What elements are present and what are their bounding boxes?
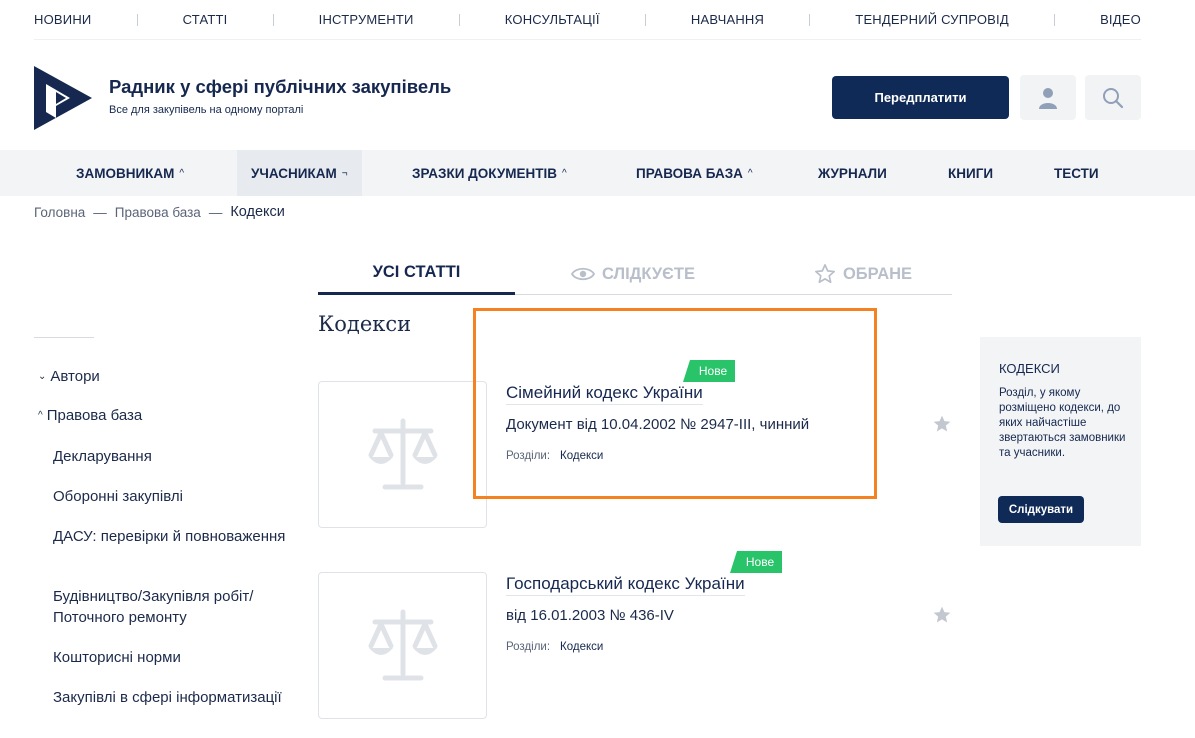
topnav-tender-support[interactable]: ТЕНДЕРНИЙ СУПРОВІД bbox=[855, 12, 1009, 27]
top-nav: НОВИНИ СТАТТІ ІНСТРУМЕНТИ КОНСУЛЬТАЦІЇ Н… bbox=[34, 0, 1141, 40]
card-section-link[interactable]: Кодекси bbox=[560, 641, 603, 653]
new-badge: Нове bbox=[730, 551, 782, 573]
breadcrumb-home[interactable]: Головна bbox=[34, 205, 85, 220]
tab-watching[interactable]: СЛІДКУЄТЕ bbox=[558, 253, 708, 295]
nav-legal-base[interactable]: ПРАВОВА БАЗА ^ bbox=[636, 150, 753, 196]
tab-favorites-label: ОБРАНЕ bbox=[842, 264, 913, 283]
card-thumbnail[interactable] bbox=[318, 572, 487, 719]
star-icon[interactable] bbox=[932, 605, 952, 625]
search-icon bbox=[1103, 87, 1124, 108]
tab-favorites[interactable]: ОБРАНЕ bbox=[788, 253, 938, 295]
main-nav: ЗАМОВНИКАМ ^ УЧАСНИКАМ ¬ ЗРАЗКИ ДОКУМЕНТ… bbox=[0, 150, 1195, 196]
sidebar-item-cost-norms[interactable]: Кошторисні норми bbox=[53, 647, 293, 668]
scales-icon bbox=[368, 418, 437, 489]
nav-document-samples[interactable]: ЗРАЗКИ ДОКУМЕНТІВ ^ bbox=[412, 150, 567, 196]
search-button[interactable] bbox=[1085, 75, 1141, 120]
nav-participants-label: УЧАСНИКАМ bbox=[251, 165, 337, 181]
topnav-divider bbox=[458, 13, 460, 26]
card-meta-label: Розділи: bbox=[506, 641, 551, 653]
topnav-divider bbox=[1053, 13, 1055, 26]
topnav-divider bbox=[272, 13, 274, 26]
sidebar-item-authors[interactable]: ⌄ Автори bbox=[38, 368, 100, 385]
nav-customers[interactable]: ЗАМОВНИКАМ ^ bbox=[76, 150, 184, 196]
topnav-articles[interactable]: СТАТТІ bbox=[183, 12, 228, 27]
chevron-up-icon: ^ bbox=[179, 167, 185, 179]
breadcrumb-separator: — bbox=[208, 204, 223, 220]
sidebar-item-defense[interactable]: Оборонні закупівлі bbox=[53, 486, 293, 507]
topnav-divider bbox=[644, 13, 646, 26]
logo-icon[interactable] bbox=[34, 66, 92, 130]
sidebar-item-construction[interactable]: Будівництво/Закупівля робіт/ Поточного р… bbox=[53, 586, 293, 628]
card-thumbnail[interactable] bbox=[318, 381, 487, 528]
chevron-corner-icon: ¬ bbox=[341, 167, 348, 179]
nav-customers-label: ЗАМОВНИКАМ bbox=[76, 165, 175, 181]
article-tabs: УСІ СТАТТІ СЛІДКУЄТЕ ОБРАНЕ bbox=[318, 253, 952, 295]
breadcrumb-current: Кодекси bbox=[230, 204, 285, 220]
breadcrumb-legal-base[interactable]: Правова база bbox=[115, 205, 201, 220]
sidebar-item-declaration[interactable]: Декларування bbox=[53, 446, 293, 467]
nav-books[interactable]: КНИГИ bbox=[948, 150, 993, 196]
scales-icon bbox=[368, 609, 437, 680]
topnav-divider bbox=[809, 13, 811, 26]
card-title[interactable]: Господарський кодекс України bbox=[506, 574, 745, 596]
chevron-up-icon: ^ bbox=[562, 167, 567, 179]
user-button[interactable] bbox=[1020, 75, 1076, 120]
topnav-news[interactable]: НОВИНИ bbox=[34, 12, 91, 27]
chevron-down-icon: ⌄ bbox=[38, 371, 47, 382]
nav-participants[interactable]: УЧАСНИКАМ ¬ bbox=[237, 150, 362, 196]
follow-button[interactable]: Слідкувати bbox=[998, 496, 1084, 523]
breadcrumb: Головна — Правова база — Кодекси bbox=[34, 204, 285, 220]
topnav-tools[interactable]: ІНСТРУМЕНТИ bbox=[319, 12, 414, 27]
card-meta: Розділи: Кодекси bbox=[506, 641, 603, 653]
sidebar-item-dasu[interactable]: ДАСУ: перевірки й повноваження bbox=[53, 526, 293, 547]
sidebar-item-label: Правова база bbox=[46, 407, 143, 424]
sidebar-divider bbox=[34, 337, 94, 338]
section-info-box: КОДЕКСИ Розділ, у якому розміщено кодекс… bbox=[980, 337, 1141, 546]
star-outline-icon bbox=[814, 264, 835, 284]
sidebar-item-label: Автори bbox=[50, 368, 100, 385]
star-icon[interactable] bbox=[932, 414, 952, 434]
breadcrumb-separator: — bbox=[93, 204, 107, 220]
site-title[interactable]: Радник у сфері публічних закупівель bbox=[109, 76, 451, 98]
section-info-heading: КОДЕКСИ bbox=[999, 361, 1060, 376]
card-description: від 16.01.2003 № 436-IV bbox=[506, 607, 674, 624]
nav-legal-base-label: ПРАВОВА БАЗА bbox=[636, 165, 743, 181]
nav-journals[interactable]: ЖУРНАЛИ bbox=[818, 150, 887, 196]
sidebar-item-legal-base[interactable]: ^ Правова база bbox=[38, 407, 142, 424]
sidebar-item-informatization[interactable]: Закупівлі в сфері інформатизації bbox=[53, 687, 293, 708]
topnav-training[interactable]: НАВЧАННЯ bbox=[691, 12, 764, 27]
topnav-video[interactable]: ВІДЕО bbox=[1100, 12, 1141, 27]
section-info-text: Розділ, у якому розміщено кодекси, до як… bbox=[999, 387, 1126, 459]
eye-icon bbox=[571, 267, 595, 281]
nav-tests[interactable]: ТЕСТИ bbox=[1054, 150, 1099, 196]
highlight-box bbox=[473, 308, 877, 499]
tab-all-articles[interactable]: УСІ СТАТТІ bbox=[318, 253, 515, 295]
chevron-up-icon: ^ bbox=[38, 410, 43, 421]
tab-watching-label: СЛІДКУЄТЕ bbox=[602, 264, 695, 283]
user-icon bbox=[1039, 87, 1057, 109]
site-subtitle: Все для закупівель на одному порталі bbox=[109, 104, 304, 116]
nav-document-samples-label: ЗРАЗКИ ДОКУМЕНТІВ bbox=[412, 165, 558, 181]
chevron-up-icon: ^ bbox=[747, 167, 753, 179]
topnav-divider bbox=[136, 13, 138, 26]
page-heading: Кодекси bbox=[318, 312, 412, 336]
subscribe-button[interactable]: Передплатити bbox=[832, 76, 1009, 119]
topnav-consultations[interactable]: КОНСУЛЬТАЦІЇ bbox=[505, 12, 600, 27]
